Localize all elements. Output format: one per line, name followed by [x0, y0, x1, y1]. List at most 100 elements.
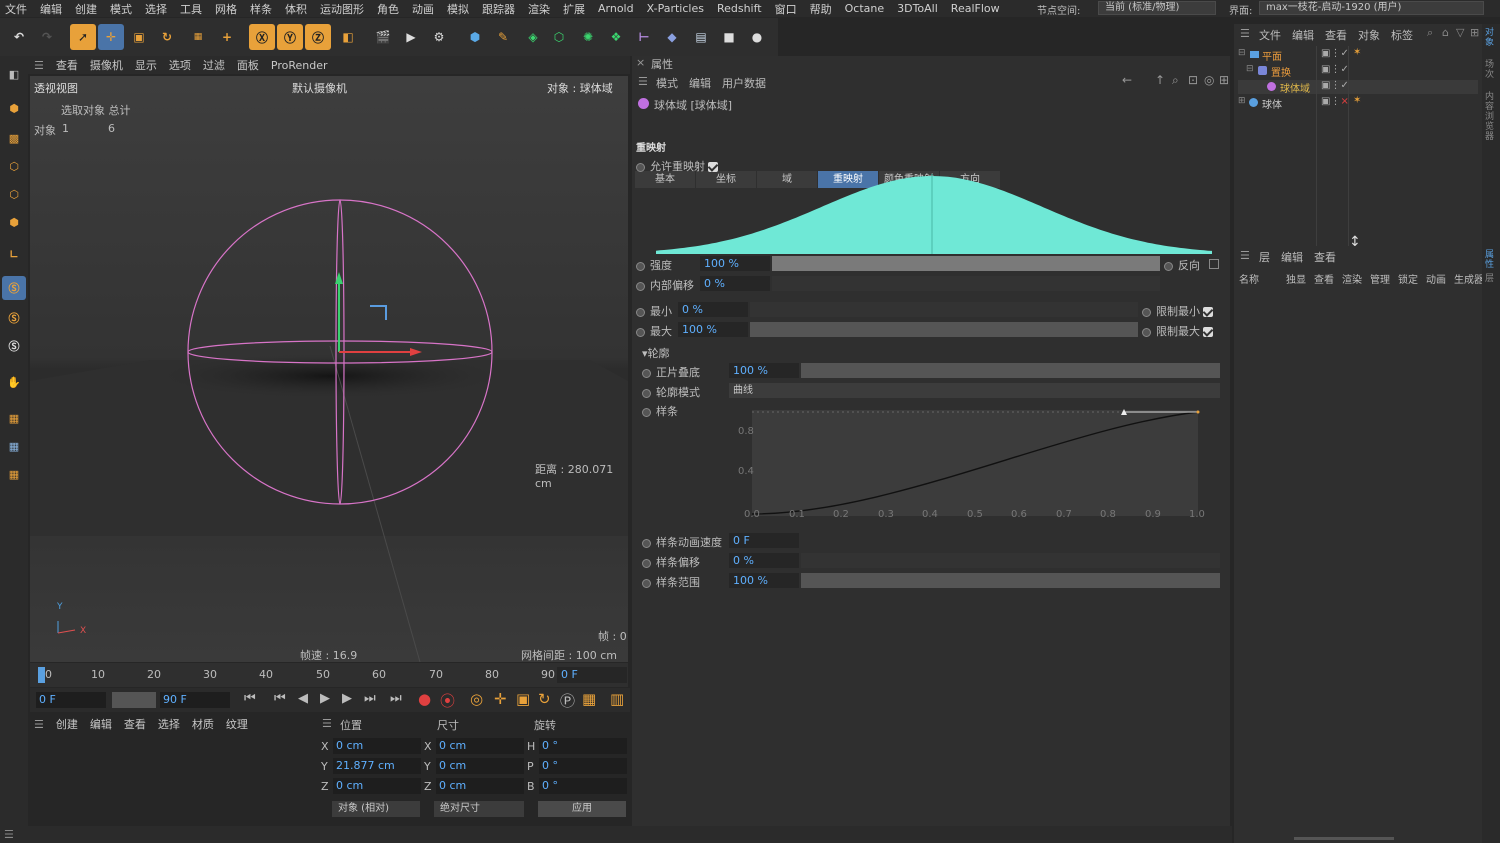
hamburger-icon[interactable]: ☰	[28, 718, 50, 731]
strip-tab-takes[interactable]: 场次	[1485, 60, 1497, 80]
animate-dot-icon[interactable]	[642, 578, 651, 588]
snap-settings-icon[interactable]: Ⓢ	[2, 306, 26, 330]
extrude-icon[interactable]: ⬡	[546, 24, 572, 50]
material-menu-material[interactable]: 材质	[186, 716, 220, 732]
object-row-sphere-field[interactable]: 球体域 ▣⋮✓	[1238, 80, 1478, 95]
workplane-icon[interactable]: ✋	[2, 370, 26, 394]
size-y-field[interactable]: 0 cm	[436, 758, 524, 774]
render-view-icon[interactable]: 🎬	[370, 24, 396, 50]
position-z-field[interactable]: 0 cm	[333, 778, 421, 794]
node-space-dropdown[interactable]: 当前 (标准/物理)	[1098, 1, 1216, 15]
collapse-icon[interactable]: ⊟	[1246, 64, 1254, 74]
contour-mode-dropdown[interactable]: 曲线	[729, 383, 1220, 398]
size-z-field[interactable]: 0 cm	[436, 778, 524, 794]
start-frame-field[interactable]: 0 F	[36, 692, 106, 708]
material-menu-select[interactable]: 选择	[152, 716, 186, 732]
material-menu-view[interactable]: 查看	[118, 716, 152, 732]
x-axis-icon[interactable]: Ⓧ	[249, 24, 275, 50]
keyframe-selection-icon[interactable]: ◎	[470, 690, 483, 708]
render-settings-icon[interactable]: ⚙	[426, 24, 452, 50]
viewport-menu-cameras[interactable]: 摄像机	[84, 57, 129, 73]
strength-slider[interactable]	[772, 256, 1160, 271]
menu-window[interactable]: 窗口	[770, 1, 805, 17]
planar-workplane-icon[interactable]: ▦	[2, 462, 26, 486]
scale-tool-icon[interactable]: ▣	[126, 24, 152, 50]
animate-dot-icon[interactable]	[636, 327, 645, 337]
viewport-menu-prorender[interactable]: ProRender	[265, 59, 334, 72]
strip-tab-objects[interactable]: 对象	[1485, 28, 1497, 48]
redo-icon[interactable]: ↷	[34, 24, 60, 50]
strip-tab-content-browser[interactable]: 内容浏览器	[1485, 92, 1497, 142]
current-frame-field[interactable]: 0 F	[557, 667, 627, 683]
hamburger-icon[interactable]: ☰	[322, 717, 332, 730]
menu-select[interactable]: 选择	[140, 1, 175, 17]
home-icon[interactable]: ⌂	[1442, 26, 1449, 39]
rotation-h-field[interactable]: 0 °	[539, 738, 627, 754]
spline-point[interactable]	[1196, 410, 1200, 414]
layer-menu-view[interactable]: 查看	[1314, 249, 1336, 265]
menu-octane[interactable]: Octane	[840, 2, 893, 15]
search-icon[interactable]: ⌕	[1172, 73, 1179, 88]
stack-field[interactable]: 100 %	[729, 363, 799, 378]
collapse-icon[interactable]: ⊟	[1238, 48, 1246, 58]
up-arrow-icon[interactable]: ↑	[1155, 73, 1165, 87]
tag-icon[interactable]: ✶	[1353, 47, 1361, 58]
recent-tools-icon[interactable]: ▦	[185, 24, 211, 50]
key-parameter-icon[interactable]: Ⓟ	[560, 690, 575, 711]
menu-render[interactable]: 渲染	[523, 1, 558, 17]
apply-button[interactable]: 应用	[538, 801, 626, 817]
hamburger-icon[interactable]: ☰	[1240, 249, 1250, 262]
make-editable-icon[interactable]: ◧	[2, 62, 26, 86]
rotate-tool-icon[interactable]: ↻	[154, 24, 180, 50]
rotation-p-field[interactable]: 0 °	[539, 758, 627, 774]
end-frame-field[interactable]: 90 F	[160, 692, 230, 708]
record-icon[interactable]: ●	[418, 690, 431, 708]
timeline-window-icon[interactable]: ▥	[610, 690, 624, 708]
viewport-menu-filter[interactable]: 过滤	[197, 57, 231, 73]
animate-dot-icon[interactable]	[636, 307, 645, 317]
light-icon[interactable]: ●	[744, 24, 770, 50]
menu-3dtoall[interactable]: 3DToAll	[892, 2, 946, 15]
menu-arnold[interactable]: Arnold	[593, 2, 642, 15]
material-menu-create[interactable]: 创建	[50, 716, 84, 732]
spline-range-slider[interactable]	[801, 573, 1220, 588]
menu-edit[interactable]: 编辑	[35, 1, 70, 17]
timeline-playhead[interactable]	[38, 667, 45, 683]
pen-icon[interactable]: ✎	[490, 24, 516, 50]
menu-spline[interactable]: 样条	[245, 1, 280, 17]
menu-animate[interactable]: 动画	[407, 1, 442, 17]
viewport-menu-options[interactable]: 选项	[163, 57, 197, 73]
menu-realflow[interactable]: RealFlow	[946, 2, 1008, 15]
animate-dot-icon[interactable]	[1164, 261, 1173, 271]
stack-slider[interactable]	[801, 363, 1220, 378]
clamp-min-checkbox[interactable]	[1203, 307, 1213, 317]
render-picture-viewer-icon[interactable]: ▶	[398, 24, 424, 50]
deformer-icon[interactable]: ⊢	[631, 24, 657, 50]
go-to-start-icon[interactable]: ⏮	[244, 691, 256, 706]
floor-icon[interactable]: ▤	[688, 24, 714, 50]
position-x-field[interactable]: 0 cm	[333, 738, 421, 754]
spline-anim-field[interactable]: 0 F	[729, 533, 799, 548]
menu-extensions[interactable]: 扩展	[558, 1, 593, 17]
animate-dot-icon[interactable]	[636, 281, 645, 291]
max-field[interactable]: 100 %	[678, 322, 748, 337]
polygons-mode-icon[interactable]: ⬢	[2, 210, 26, 234]
viewport-camera[interactable]: 默认摄像机	[292, 80, 347, 96]
obj-menu-edit[interactable]: 编辑	[1292, 27, 1314, 43]
menu-tools[interactable]: 工具	[175, 1, 210, 17]
undo-icon[interactable]: ↶	[6, 24, 32, 50]
axis-mode-icon[interactable]: ∟	[2, 242, 26, 266]
attr-menu-userdata[interactable]: 用户数据	[722, 75, 766, 91]
snap-icon[interactable]: Ⓢ	[2, 276, 26, 300]
workplane-snap-icon[interactable]: Ⓢ	[2, 334, 26, 358]
object-row-displacer[interactable]: ⊟ 置换 ▣⋮✓	[1238, 64, 1478, 79]
size-mode-dropdown[interactable]: 绝对尺寸	[434, 801, 524, 817]
horizontal-scrollbar[interactable]	[1294, 837, 1394, 840]
menu-volume[interactable]: 体积	[280, 1, 315, 17]
material-menu-texture[interactable]: 纹理	[220, 716, 254, 732]
obj-menu-object[interactable]: 对象	[1358, 27, 1380, 43]
y-axis-icon[interactable]: Ⓨ	[277, 24, 303, 50]
grid-icon[interactable]: ▦	[2, 406, 26, 430]
next-key-icon[interactable]: ⏭	[364, 691, 376, 706]
viewport-menu-view[interactable]: 查看	[50, 57, 84, 73]
